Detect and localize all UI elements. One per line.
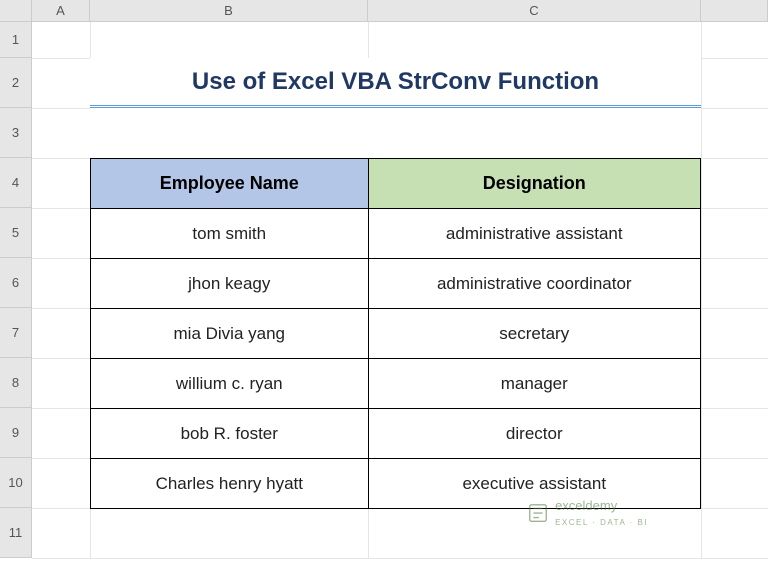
table-row: jhon keagy administrative coordinator	[91, 259, 701, 309]
row-header-column: 1 2 3 4 5 6 7 8 9 10 11	[0, 22, 32, 558]
content-area: Use of Excel VBA StrConv Function Employ…	[90, 58, 701, 509]
row-header-10[interactable]: 10	[0, 458, 31, 508]
cell-desig[interactable]: director	[368, 409, 700, 459]
select-all-corner[interactable]	[0, 0, 32, 21]
watermark: exceldemy EXCEL · DATA · BI	[527, 498, 648, 528]
column-header-row: A B C	[0, 0, 768, 22]
cell-name[interactable]: willium c. ryan	[91, 359, 369, 409]
column-header-A[interactable]: A	[32, 0, 90, 21]
watermark-brand: exceldemy	[555, 498, 617, 513]
row-header-6[interactable]: 6	[0, 258, 31, 308]
header-designation[interactable]: Designation	[368, 159, 700, 209]
cell-desig[interactable]: secretary	[368, 309, 700, 359]
row-header-9[interactable]: 9	[0, 408, 31, 458]
row-header-8[interactable]: 8	[0, 358, 31, 408]
column-header-blank	[701, 0, 768, 21]
table-row: mia Divia yang secretary	[91, 309, 701, 359]
row-header-11[interactable]: 11	[0, 508, 31, 558]
table-row: bob R. foster director	[91, 409, 701, 459]
cell-grid[interactable]: Use of Excel VBA StrConv Function Employ…	[32, 22, 768, 558]
table-row: willium c. ryan manager	[91, 359, 701, 409]
row-header-2[interactable]: 2	[0, 58, 31, 108]
cell-desig[interactable]: administrative coordinator	[368, 259, 700, 309]
column-header-B[interactable]: B	[90, 0, 368, 21]
spacer-row	[90, 108, 701, 158]
cell-name[interactable]: tom smith	[91, 209, 369, 259]
cell-name[interactable]: mia Divia yang	[91, 309, 369, 359]
column-header-C[interactable]: C	[368, 0, 701, 21]
watermark-text: exceldemy EXCEL · DATA · BI	[555, 498, 648, 528]
row-header-4[interactable]: 4	[0, 158, 31, 208]
cell-name[interactable]: bob R. foster	[91, 409, 369, 459]
watermark-logo-icon	[527, 502, 549, 524]
table-row: tom smith administrative assistant	[91, 209, 701, 259]
watermark-tagline: EXCEL · DATA · BI	[555, 518, 648, 527]
row-header-3[interactable]: 3	[0, 108, 31, 158]
data-table: Employee Name Designation tom smith admi…	[90, 158, 701, 509]
row-header-5[interactable]: 5	[0, 208, 31, 258]
cell-name[interactable]: jhon keagy	[91, 259, 369, 309]
cell-desig[interactable]: administrative assistant	[368, 209, 700, 259]
row-header-7[interactable]: 7	[0, 308, 31, 358]
row-header-1[interactable]: 1	[0, 22, 31, 58]
table-header-row: Employee Name Designation	[91, 159, 701, 209]
cell-desig[interactable]: manager	[368, 359, 700, 409]
spreadsheet: A B C 1 2 3 4 5 6 7 8 9 10 11	[0, 0, 768, 558]
cell-name[interactable]: Charles henry hyatt	[91, 459, 369, 509]
header-employee-name[interactable]: Employee Name	[91, 159, 369, 209]
page-title: Use of Excel VBA StrConv Function	[90, 58, 701, 108]
